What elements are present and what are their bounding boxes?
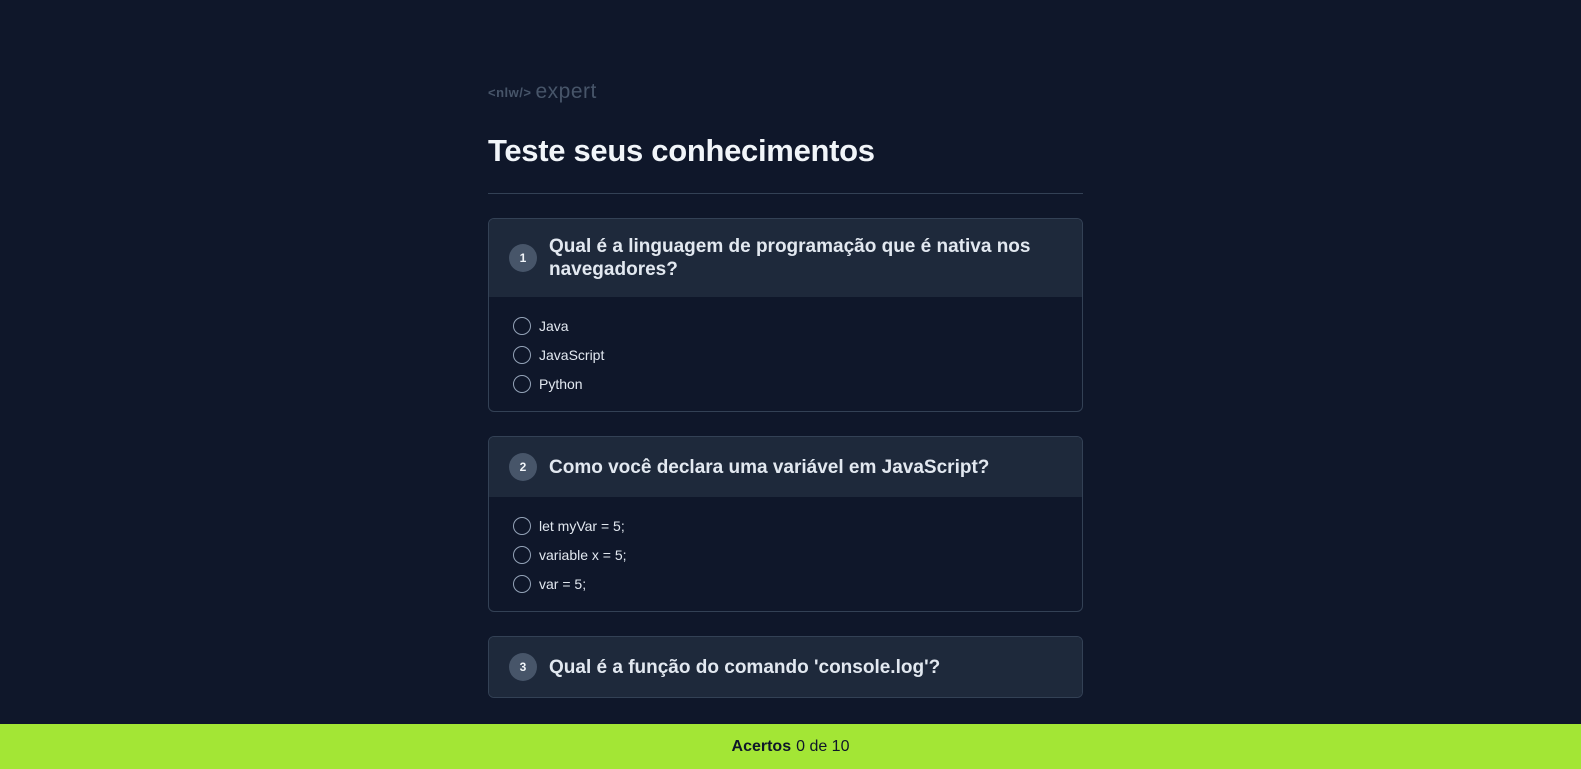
- score-label: Acertos: [731, 737, 792, 755]
- answer-label[interactable]: JavaScript: [539, 347, 604, 363]
- answer-option[interactable]: let myVar = 5;: [513, 517, 1058, 535]
- page-title: Teste seus conhecimentos: [488, 133, 875, 168]
- answer-label[interactable]: let myVar = 5;: [539, 518, 625, 534]
- answer-option[interactable]: Python: [513, 375, 1058, 393]
- nlw-expert-logo: <nlw/> expert: [488, 80, 1083, 104]
- radio-button[interactable]: [513, 317, 531, 335]
- radio-button[interactable]: [513, 375, 531, 393]
- quiz-page: <nlw/> expert Teste seus conhecimentos 1…: [488, 80, 1083, 698]
- answer-label[interactable]: var = 5;: [539, 576, 586, 592]
- score-footer: Acertos 0 de 10: [0, 724, 1581, 769]
- question-card-3: 3 Qual é a função do comando 'console.lo…: [488, 636, 1083, 698]
- score-value: 0 de 10: [796, 737, 850, 755]
- logo-word: expert: [535, 80, 597, 103]
- answer-options: Java JavaScript Python: [489, 297, 1082, 411]
- question-number-badge: 3: [509, 653, 537, 681]
- question-text: Como você declara uma variável em JavaSc…: [549, 456, 990, 478]
- question-card-1: 1 Qual é a linguagem de programação que …: [488, 218, 1083, 412]
- question-header: 3 Qual é a função do comando 'console.lo…: [489, 637, 1082, 697]
- radio-button[interactable]: [513, 575, 531, 593]
- question-number-badge: 1: [509, 244, 537, 272]
- radio-button[interactable]: [513, 546, 531, 564]
- question-header: 1 Qual é a linguagem de programação que …: [489, 219, 1082, 297]
- question-number-badge: 2: [509, 453, 537, 481]
- logo-tag: <nlw/>: [488, 84, 532, 100]
- answer-options: let myVar = 5; variable x = 5; var = 5;: [489, 497, 1082, 611]
- radio-button[interactable]: [513, 346, 531, 364]
- title-divider: [488, 193, 1083, 194]
- radio-button[interactable]: [513, 517, 531, 535]
- question-card-2: 2 Como você declara uma variável em Java…: [488, 436, 1083, 612]
- quiz-list: 1 Qual é a linguagem de programação que …: [488, 218, 1083, 698]
- question-header: 2 Como você declara uma variável em Java…: [489, 437, 1082, 497]
- question-text: Qual é a função do comando 'console.log'…: [549, 656, 941, 678]
- answer-label[interactable]: Java: [539, 318, 569, 334]
- answer-label[interactable]: Python: [539, 376, 583, 392]
- answer-option[interactable]: JavaScript: [513, 346, 1058, 364]
- answer-option[interactable]: var = 5;: [513, 575, 1058, 593]
- answer-option[interactable]: Java: [513, 317, 1058, 335]
- answer-option[interactable]: variable x = 5;: [513, 546, 1058, 564]
- question-text: Qual é a linguagem de programação que é …: [549, 236, 1031, 280]
- answer-label[interactable]: variable x = 5;: [539, 547, 627, 563]
